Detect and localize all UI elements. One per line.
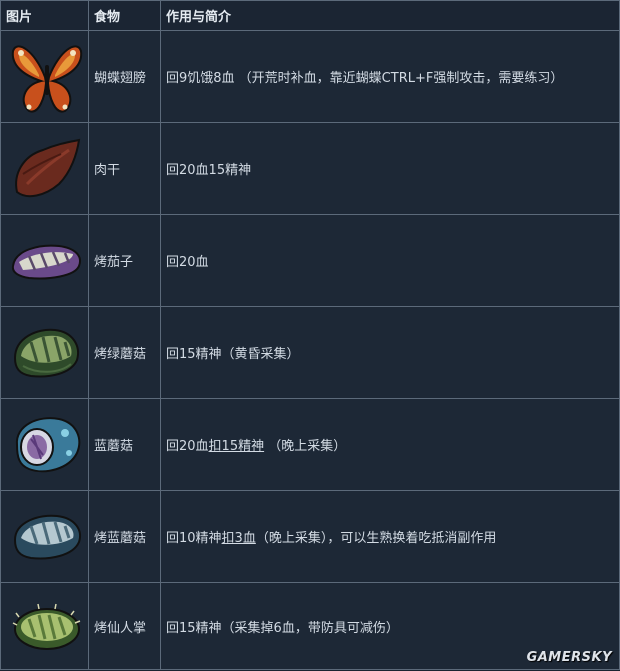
roasted-blue-mushroom-icon: [13, 514, 81, 559]
roasted-eggplant-icon: [11, 244, 81, 279]
food-name: 蓝蘑菇: [88, 398, 161, 491]
table-header-row: 图片 食物 作用与简介: [0, 0, 620, 31]
roasted-cactus-icon: [12, 603, 81, 650]
food-description: 回20血扣15精神 （晚上采集）: [160, 398, 620, 491]
food-name: 烤仙人掌: [88, 582, 161, 670]
watermark: GAMERSKY: [526, 650, 612, 665]
food-name: 肉干: [88, 122, 161, 215]
food-image-cell: [0, 306, 89, 399]
jerky-icon: [15, 138, 81, 197]
food-image-cell: [0, 582, 89, 670]
table-row: 烤蓝蘑菇 回10精神扣3血（晚上采集），可以生熟换着吃抵消副作用: [0, 490, 620, 583]
header-food: 食物: [88, 0, 161, 31]
food-name: 烤蓝蘑菇: [88, 490, 161, 583]
food-description: 回20血: [160, 214, 620, 307]
food-description: 回9饥饿8血 （开荒时补血，靠近蝴蝶CTRL+F强制攻击，需要练习）: [160, 30, 620, 123]
food-name: 烤绿蘑菇: [88, 306, 161, 399]
food-name: 蝴蝶翅膀: [88, 30, 161, 123]
food-table: 图片 食物 作用与简介 蝴蝶翅膀 回9饥饿8血 （开荒时补血，靠近蝴蝶CTRL+…: [0, 0, 620, 670]
food-description: 回20血15精神: [160, 122, 620, 215]
header-image: 图片: [0, 0, 89, 31]
food-image-cell: [0, 122, 89, 215]
table-row: 烤绿蘑菇 回15精神（黄昏采集）: [0, 306, 620, 399]
table-row: 蓝蘑菇 回20血扣15精神 （晚上采集）: [0, 398, 620, 491]
table-row: 蝴蝶翅膀 回9饥饿8血 （开荒时补血，靠近蝴蝶CTRL+F强制攻击，需要练习）: [0, 30, 620, 123]
header-description: 作用与简介: [160, 0, 620, 31]
food-image-cell: [0, 398, 89, 491]
food-image-cell: [0, 490, 89, 583]
food-name: 烤茄子: [88, 214, 161, 307]
food-description: 回15精神（黄昏采集）: [160, 306, 620, 399]
table-row: 烤茄子 回20血: [0, 214, 620, 307]
food-image-cell: [0, 30, 89, 123]
blue-mushroom-icon: [15, 416, 81, 472]
food-description: 回10精神扣3血（晚上采集），可以生熟换着吃抵消副作用: [160, 490, 620, 583]
food-image-cell: [0, 214, 89, 307]
roasted-green-mushroom-icon: [13, 328, 79, 377]
butterfly-wings-icon: [11, 44, 83, 113]
table-row: 肉干 回20血15精神: [0, 122, 620, 215]
